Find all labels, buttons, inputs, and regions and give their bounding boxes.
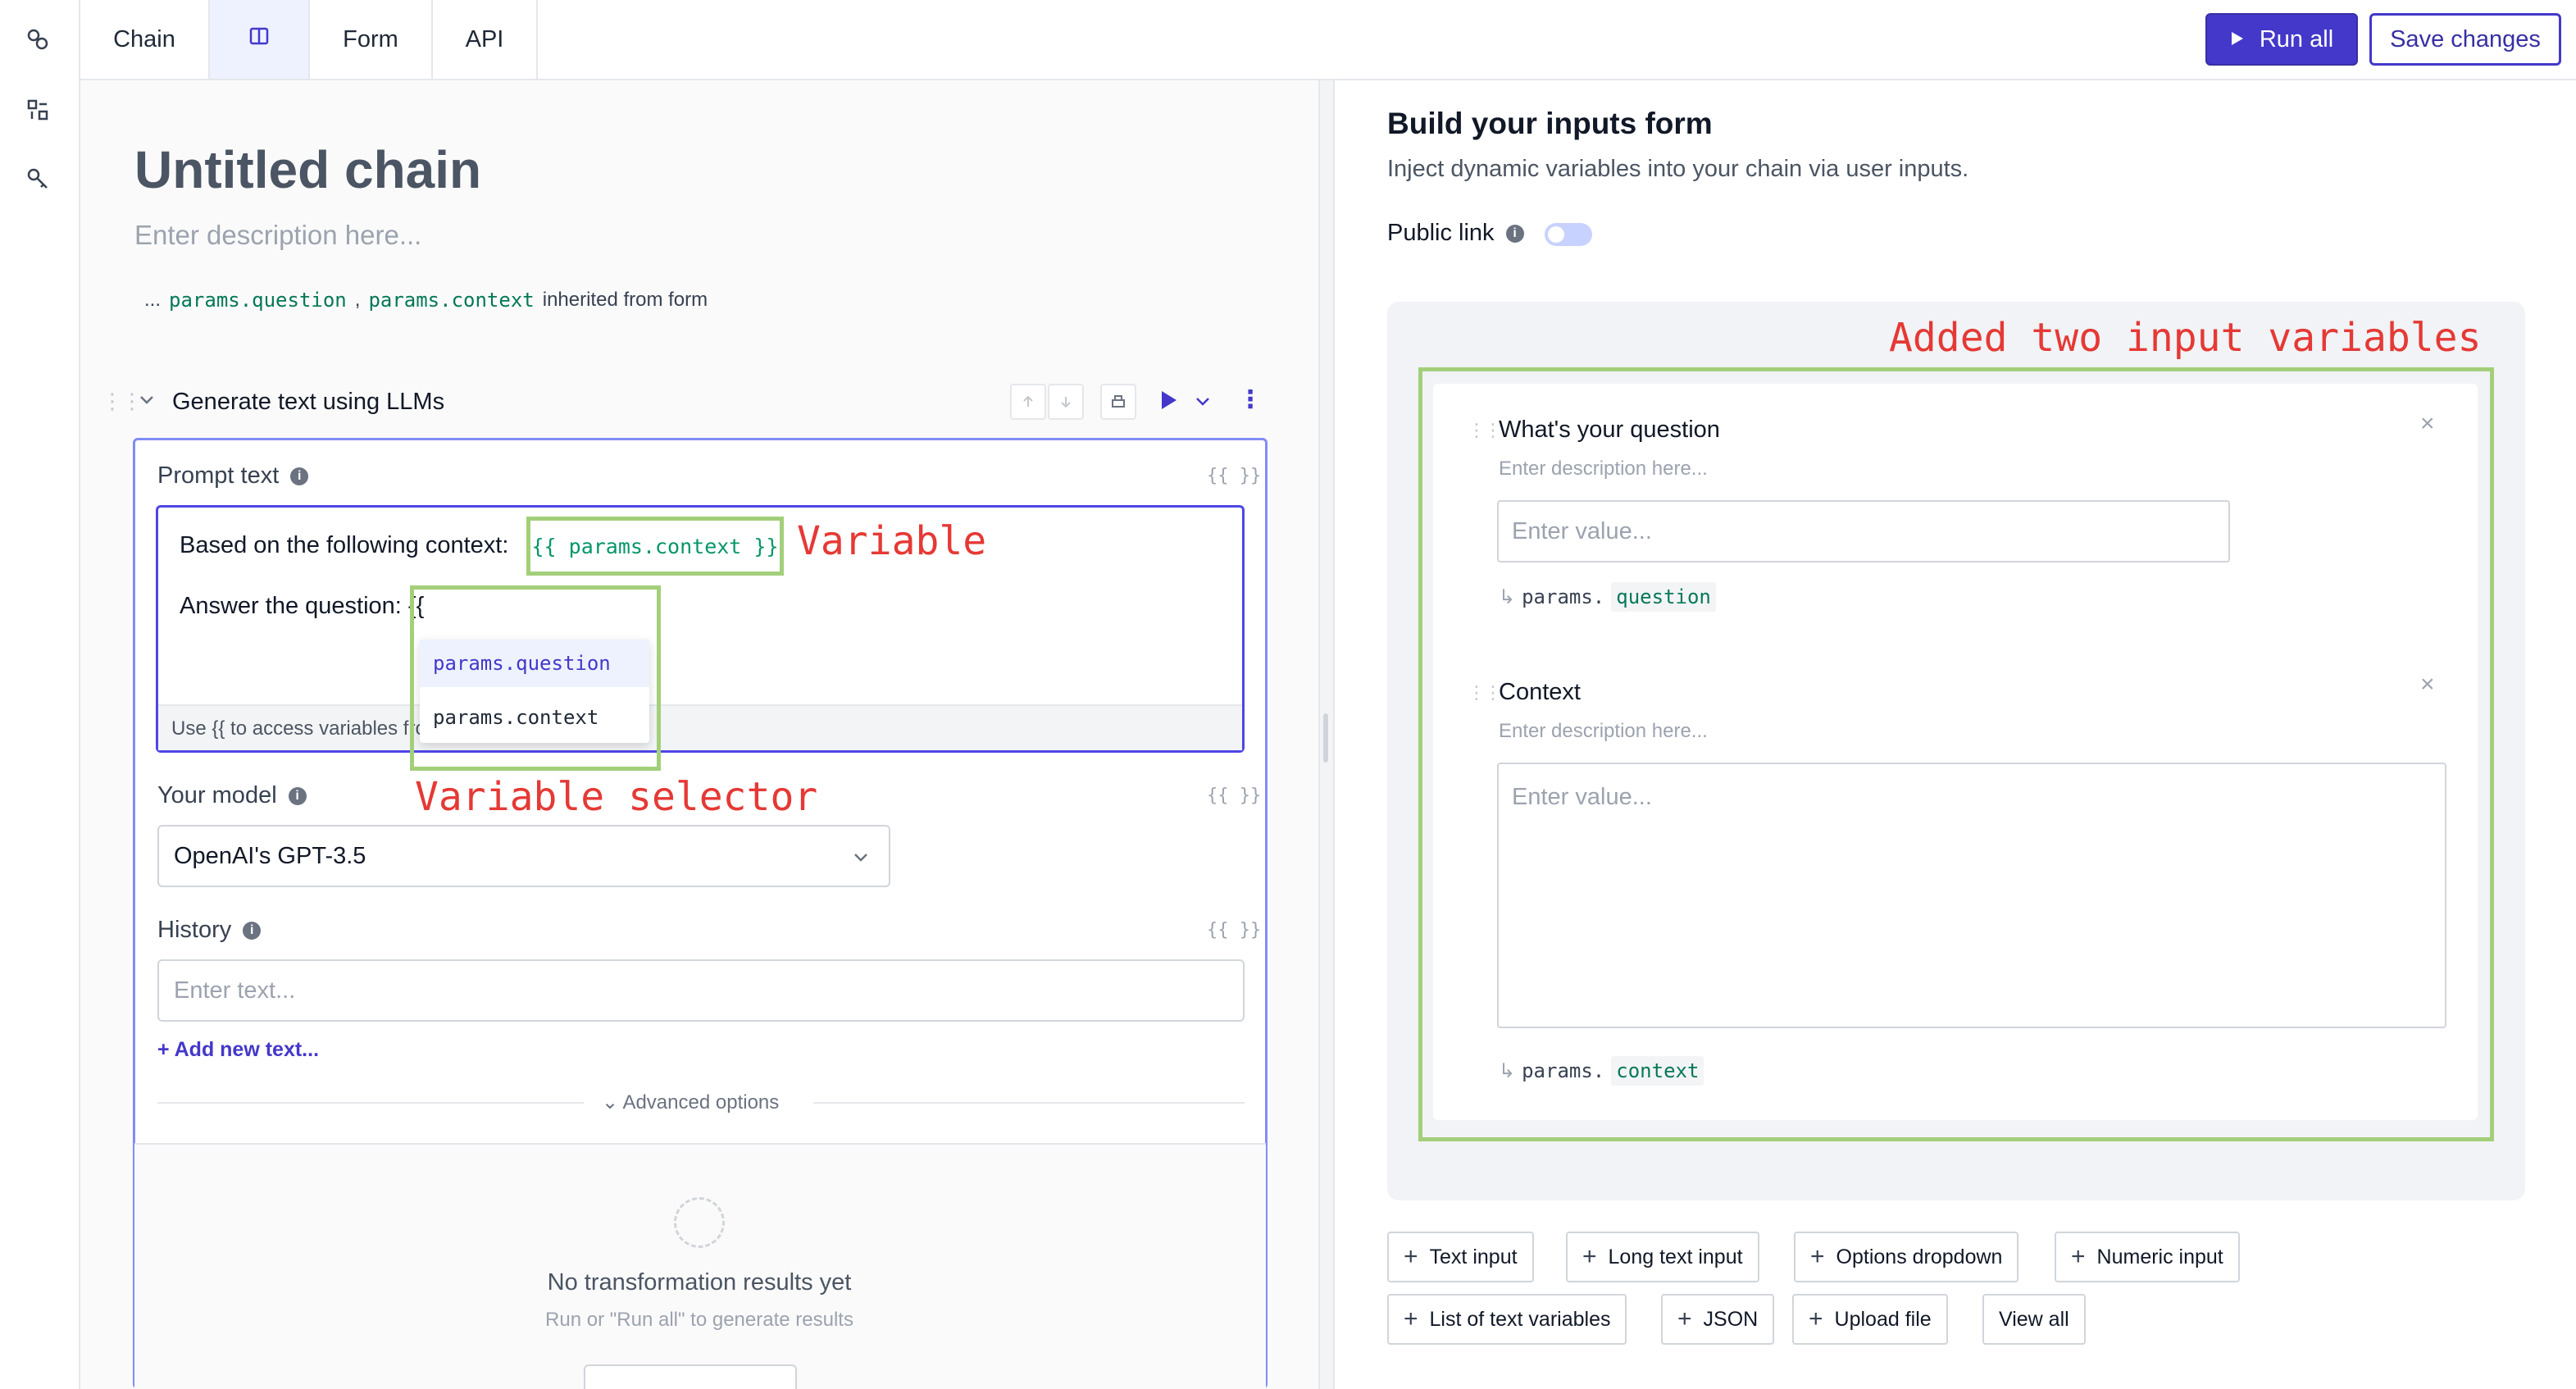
return-arrow-icon: ↳: [1499, 585, 1516, 608]
variable-selector-highlight: [410, 585, 661, 771]
tab-chain[interactable]: Chain: [80, 0, 210, 79]
plus-icon: +: [1809, 1305, 1823, 1332]
chevron-down-icon[interactable]: [138, 390, 156, 412]
return-arrow-icon: ↳: [1499, 1059, 1516, 1082]
resize-grip[interactable]: [1323, 713, 1328, 763]
model-select[interactable]: OpenAI's GPT-3.5: [157, 825, 890, 887]
tab-split-view[interactable]: [210, 0, 310, 79]
variable-chip[interactable]: {{ params.context }}: [526, 517, 784, 576]
public-link-toggle[interactable]: [1545, 223, 1592, 246]
inherited-variables: ... params.question , params.context inh…: [144, 289, 708, 312]
variables-brace-icon[interactable]: {{ }}: [1207, 466, 1261, 486]
field-description[interactable]: Enter description here...: [1499, 720, 1708, 743]
history-input[interactable]: Enter text...: [157, 959, 1245, 1022]
field-param: ↳ params. context: [1499, 1056, 1704, 1086]
play-icon: [2230, 26, 2245, 53]
annotation-variable-selector: Variable selector: [415, 774, 818, 820]
add-numeric-input-button[interactable]: + Numeric input: [2055, 1232, 2240, 1282]
results-area: [134, 1143, 1266, 1389]
run-options-chevron-icon[interactable]: [1194, 392, 1212, 414]
info-icon[interactable]: i: [288, 786, 307, 805]
context-textarea[interactable]: Enter value...: [1497, 763, 2446, 1028]
empty-results-icon: [674, 1197, 725, 1248]
variables-brace-icon[interactable]: {{ }}: [1207, 920, 1261, 940]
add-text-input-button[interactable]: + Text input: [1387, 1232, 1534, 1282]
add-long-text-input-button[interactable]: + Long text input: [1566, 1232, 1759, 1282]
print-icon[interactable]: [1100, 384, 1136, 420]
advanced-options[interactable]: ⌄ Advanced options: [157, 1091, 1245, 1115]
history-label: History i: [157, 917, 262, 944]
info-icon[interactable]: i: [290, 467, 309, 485]
field-description[interactable]: Enter description here...: [1499, 458, 1708, 480]
info-icon[interactable]: i: [1505, 224, 1524, 243]
prompt-label: Prompt text i: [157, 462, 309, 490]
key-icon[interactable]: [23, 164, 52, 194]
add-list-of-text-variables-button[interactable]: + List of text variables: [1387, 1294, 1627, 1345]
configure-output-button[interactable]: [584, 1364, 797, 1389]
plus-icon: +: [1582, 1243, 1597, 1270]
save-changes-button[interactable]: Save changes: [2369, 13, 2561, 66]
chains-icon[interactable]: [23, 25, 52, 54]
add-upload-file-button[interactable]: + Upload file: [1792, 1294, 1948, 1345]
plus-icon: +: [1810, 1243, 1825, 1270]
form-title: Build your inputs form: [1387, 107, 1713, 140]
drag-handle-icon[interactable]: ⋮⋮: [102, 389, 143, 414]
field-param: ↳ params. question: [1499, 582, 1716, 612]
close-icon[interactable]: ×: [2420, 410, 2435, 438]
variables-brace-icon[interactable]: {{ }}: [1207, 786, 1261, 806]
add-options-dropdown-button[interactable]: + Options dropdown: [1794, 1232, 2019, 1282]
annotation-variable: Variable: [797, 518, 987, 564]
more-options-icon[interactable]: ⋮: [1238, 385, 1263, 414]
tab-api[interactable]: API: [433, 0, 538, 79]
no-results-title: No transformation results yet: [547, 1269, 852, 1296]
top-bar: Chain Form API: [80, 0, 2576, 80]
drag-handle-icon[interactable]: ⋮⋮: [1468, 420, 1502, 441]
field-title[interactable]: Context: [1499, 679, 1581, 706]
question-input[interactable]: Enter value...: [1497, 500, 2230, 562]
prompt-footer-hint: Use {{ to access variables from your for…: [158, 704, 1242, 750]
chain-description[interactable]: Enter description here...: [134, 220, 421, 251]
model-label: Your model i: [157, 782, 307, 809]
run-all-button[interactable]: Run all: [2205, 13, 2358, 66]
step-title: Generate text using LLMs: [172, 389, 445, 415]
field-title[interactable]: What's your question: [1499, 417, 1720, 444]
add-json-button[interactable]: + JSON: [1661, 1294, 1775, 1345]
icon-rail: [0, 0, 80, 1389]
plus-icon: +: [1404, 1243, 1418, 1270]
tab-form[interactable]: Form: [310, 0, 433, 79]
public-link-label: Public link i: [1387, 220, 1524, 247]
plus-icon: +: [2071, 1243, 2086, 1270]
run-step-icon[interactable]: [1159, 389, 1179, 416]
drag-handle-icon[interactable]: ⋮⋮: [1468, 682, 1502, 704]
plus-icon: +: [1404, 1305, 1418, 1332]
move-up-icon[interactable]: [1010, 384, 1046, 420]
form-subtitle: Inject dynamic variables into your chain…: [1387, 156, 1969, 182]
apps-icon[interactable]: [23, 95, 52, 125]
chain-title[interactable]: Untitled chain: [134, 139, 481, 200]
chevron-down-icon: [851, 846, 871, 873]
no-results-subtitle: Run or "Run all" to generate results: [545, 1309, 853, 1331]
annotation-added-inputs: Added two input variables: [1889, 315, 2482, 361]
info-icon[interactable]: i: [243, 921, 262, 940]
plus-icon: +: [1677, 1305, 1692, 1332]
move-down-icon[interactable]: [1048, 384, 1084, 420]
close-icon[interactable]: ×: [2420, 671, 2435, 699]
add-new-text-link[interactable]: + Add new text...: [157, 1038, 319, 1062]
split-view-icon: [248, 25, 270, 53]
view-all-button[interactable]: View all: [1982, 1294, 2086, 1345]
